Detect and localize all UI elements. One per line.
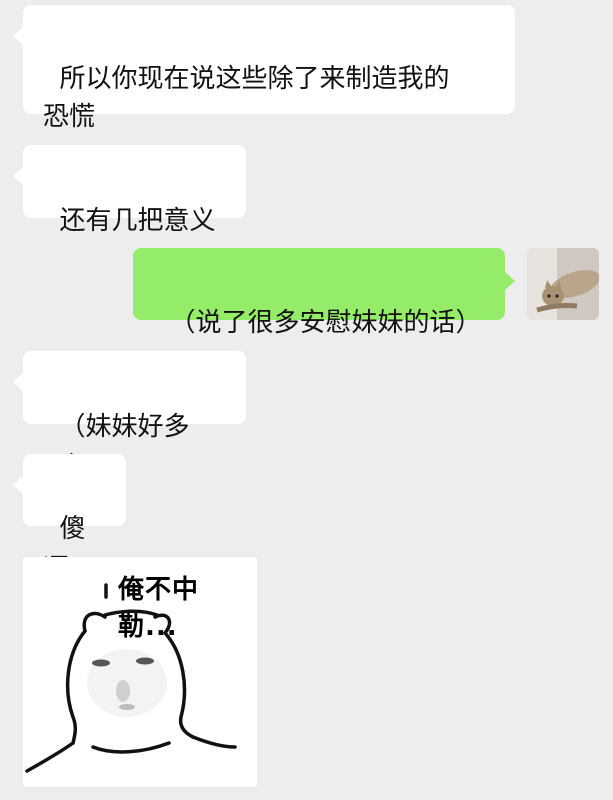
- bear-sketch-icon: [25, 583, 237, 773]
- sticker-message[interactable]: 俺不中勒...: [23, 557, 257, 787]
- incoming-message-bubble[interactable]: 还有几把意义: [13, 145, 246, 236]
- message-text: 还有几把意义: [59, 206, 216, 236]
- message-text: （说了很多安慰妹妹的话）: [169, 308, 482, 338]
- cat-icon: [527, 248, 599, 320]
- incoming-message-bubble[interactable]: （妹妹好多了）: [13, 351, 246, 482]
- incoming-message-bubble[interactable]: 傻逼: [13, 454, 126, 584]
- incoming-message-bubble[interactable]: 所以你现在说这些除了来制造我的 恐慌: [13, 5, 515, 132]
- message-text: 所以你现在说这些除了来制造我的 恐慌: [43, 64, 450, 132]
- cat-photo-avatar[interactable]: [527, 248, 599, 320]
- outgoing-message-bubble[interactable]: （说了很多安慰妹妹的话）: [133, 248, 515, 338]
